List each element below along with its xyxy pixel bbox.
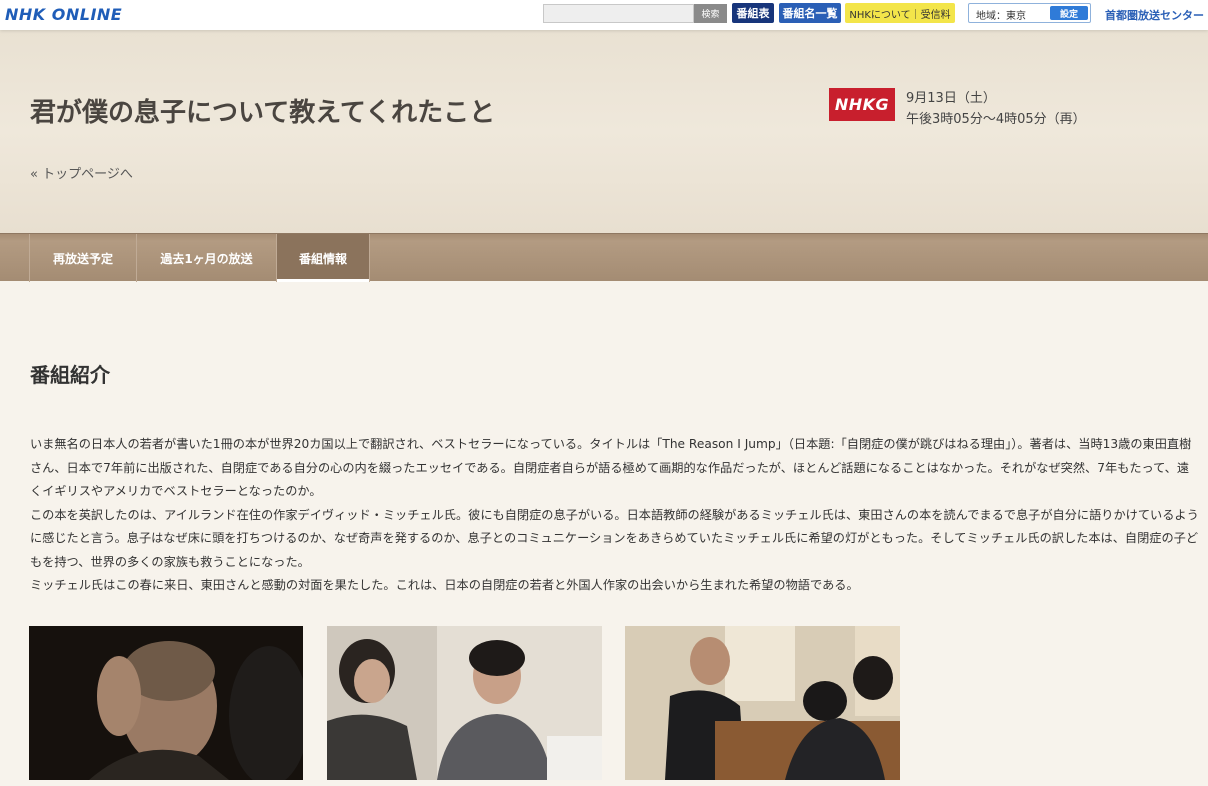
nhk-online-logo[interactable]: NHK ONLINE xyxy=(5,5,122,24)
tab-past-month[interactable]: 過去1ヶ月の放送 xyxy=(136,234,276,282)
section-title: 番組紹介 xyxy=(30,363,110,387)
program-photo xyxy=(625,626,900,780)
description-paragraph: いま無名の日本人の若者が書いた1冊の本が世界20カ国以上で翻訳され、ベストセラー… xyxy=(30,437,1192,498)
tab-bar: 再放送予定 過去1ヶ月の放送 番組情報 xyxy=(0,233,1208,282)
broadcast-center-link[interactable]: 首都圏放送センター xyxy=(1105,7,1208,23)
search-input[interactable] xyxy=(543,4,694,23)
description-paragraph: この本を英訳したのは、アイルランド在住の作家デイヴィッド・ミッチェル氏。彼にも自… xyxy=(30,507,1199,569)
program-description: いま無名の日本人の若者が書いた1冊の本が世界20カ国以上で翻訳され、ベストセラー… xyxy=(30,433,1200,598)
region-label: 地域：東京 xyxy=(976,11,1026,22)
global-header: NHK ONLINE 検索 番組表 番組名一覧 NHKについて｜受信料 地域：東… xyxy=(0,0,1208,30)
top-page-link[interactable]: « トップページへ xyxy=(30,163,133,182)
program-photo xyxy=(29,626,303,780)
tab-rerun-schedule[interactable]: 再放送予定 xyxy=(29,234,136,282)
air-date: 9月13日（土） xyxy=(906,91,996,106)
search-button[interactable]: 検索 xyxy=(694,4,727,23)
channel-logo: NHKG xyxy=(829,88,895,121)
program-header: 君が僕の息子について教えてくれたこと « トップページへ NHKG 9月13日（… xyxy=(0,30,1208,233)
air-time: 午後3時05分～4時05分（再） xyxy=(906,112,1086,127)
region-selector: 地域：東京 設定 xyxy=(968,3,1091,23)
photo-man-thinking xyxy=(29,626,303,780)
photo-conversation xyxy=(327,626,602,780)
tab-program-info[interactable]: 番組情報 xyxy=(276,234,370,282)
program-list-button[interactable]: 番組名一覧 xyxy=(779,3,841,23)
photo-meeting-at-table xyxy=(625,626,900,780)
description-paragraph: ミッチェル氏はこの春に来日、東田さんと感動の対面を果たした。これは、日本の自閉症… xyxy=(30,578,859,592)
region-set-button[interactable]: 設定 xyxy=(1050,6,1088,20)
schedule-button[interactable]: 番組表 xyxy=(732,3,774,23)
about-nhk-button[interactable]: NHKについて｜受信料 xyxy=(845,3,955,23)
program-photo xyxy=(327,626,602,780)
page-title: 君が僕の息子について教えてくれたこと xyxy=(30,98,496,128)
